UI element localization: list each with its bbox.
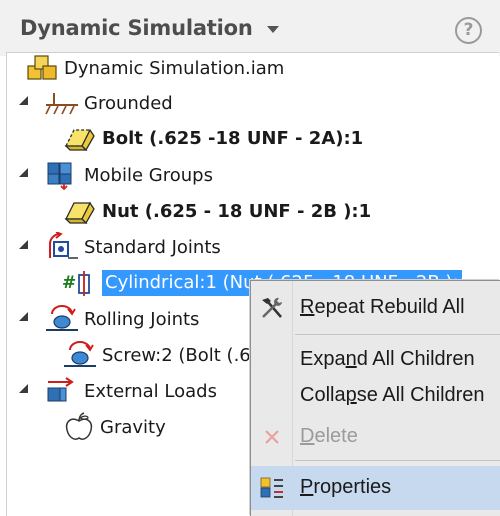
rolling-joint-icon bbox=[46, 305, 78, 331]
help-button[interactable]: ? bbox=[455, 17, 482, 44]
menu-item-label-pre: Expa bbox=[300, 348, 346, 370]
tree-item-root[interactable]: Dynamic Simulation.iam bbox=[26, 52, 284, 84]
menu-separator bbox=[295, 334, 500, 335]
part-icon bbox=[64, 201, 95, 225]
collapse-triangle-icon[interactable] bbox=[19, 384, 28, 393]
mobile-groups-icon bbox=[47, 162, 72, 190]
collapse-triangle-icon[interactable] bbox=[19, 240, 28, 249]
menu-item-label-pre: Colla bbox=[300, 384, 346, 406]
tree-item-nut[interactable]: Nut (.625 - 18 UNF - 2B ):1 bbox=[60, 195, 371, 227]
gravity-apple-icon bbox=[65, 412, 93, 440]
tree-item-label: Gravity bbox=[100, 416, 166, 438]
tree-item-rolling-joints[interactable]: Rolling Joints bbox=[44, 303, 199, 335]
menu-item-label-post: roperties bbox=[313, 476, 392, 498]
tree-item-gravity[interactable]: Gravity bbox=[62, 411, 166, 443]
tree-item-mobile-groups[interactable]: Mobile Groups bbox=[44, 159, 213, 191]
menu-item-repeat-rebuild-all[interactable]: Repeat Rebuild All bbox=[251, 286, 500, 328]
external-loads-icon bbox=[47, 377, 74, 402]
context-menu: Repeat Rebuild All Expand All Children C… bbox=[250, 280, 500, 516]
menu-item-delete[interactable]: Delete bbox=[251, 415, 500, 457]
tree-item-standard-joints[interactable]: Standard Joints bbox=[44, 231, 221, 263]
hammer-wrench-icon bbox=[262, 297, 282, 318]
collapse-triangle-icon[interactable] bbox=[19, 312, 28, 321]
menu-item-accelerator: p bbox=[345, 384, 357, 406]
menu-separator bbox=[295, 460, 500, 461]
menu-item-properties[interactable]: Properties bbox=[251, 466, 500, 510]
tree-item-bolt[interactable]: Bolt (.625 -18 UNF - 2A):1 bbox=[60, 122, 363, 154]
browser-header: Dynamic Simulation ? bbox=[0, 0, 500, 56]
joint-icon bbox=[49, 232, 78, 259]
expand-triangle-icon[interactable] bbox=[37, 277, 46, 291]
tree-item-label: Mobile Groups bbox=[84, 164, 213, 186]
ground-icon bbox=[45, 93, 78, 115]
menu-item-accelerator: D bbox=[300, 425, 315, 447]
collapse-triangle-icon[interactable] bbox=[19, 168, 28, 177]
menu-item-accelerator: n bbox=[345, 348, 357, 370]
svg-text:#: # bbox=[62, 273, 76, 293]
chevron-down-icon[interactable] bbox=[267, 26, 279, 33]
tree-item-label: Dynamic Simulation.iam bbox=[64, 57, 285, 79]
properties-icon bbox=[260, 477, 283, 498]
menu-item-label-post: epeat Rebuild All bbox=[314, 296, 465, 318]
menu-item-accelerator: P bbox=[300, 476, 314, 498]
tree-item-label: Rolling Joints bbox=[84, 308, 200, 330]
delete-x-icon bbox=[265, 430, 279, 444]
tree-item-label: Nut (.625 - 18 UNF - 2B ):1 bbox=[102, 200, 372, 222]
menu-item-label-post: se All Children bbox=[356, 384, 485, 406]
tree-item-external-loads[interactable]: External Loads bbox=[44, 375, 217, 407]
part-icon bbox=[64, 128, 95, 152]
browser-title[interactable]: Dynamic Simulation bbox=[20, 16, 253, 40]
cylindrical-joint-icon: # bbox=[62, 271, 90, 296]
menu-item-label-post: elete bbox=[314, 425, 358, 447]
menu-item-label-post: d All Children bbox=[356, 348, 475, 370]
menu-item-collapse-all-children[interactable]: Collapse All Children bbox=[251, 374, 500, 416]
menu-item-accelerator: R bbox=[300, 296, 315, 318]
tree-item-label: Grounded bbox=[84, 92, 173, 114]
tree-item-grounded[interactable]: Grounded bbox=[44, 87, 173, 119]
tree-item-label: Standard Joints bbox=[84, 236, 221, 258]
tree-item-label: Bolt (.625 -18 UNF - 2A):1 bbox=[102, 127, 364, 149]
assembly-icon bbox=[27, 55, 57, 80]
screw-joint-icon bbox=[64, 341, 96, 367]
expand-triangle-icon[interactable] bbox=[37, 205, 46, 219]
expand-triangle-icon[interactable] bbox=[37, 133, 46, 147]
tree-item-label: External Loads bbox=[84, 380, 217, 402]
collapse-triangle-icon[interactable] bbox=[19, 96, 28, 105]
